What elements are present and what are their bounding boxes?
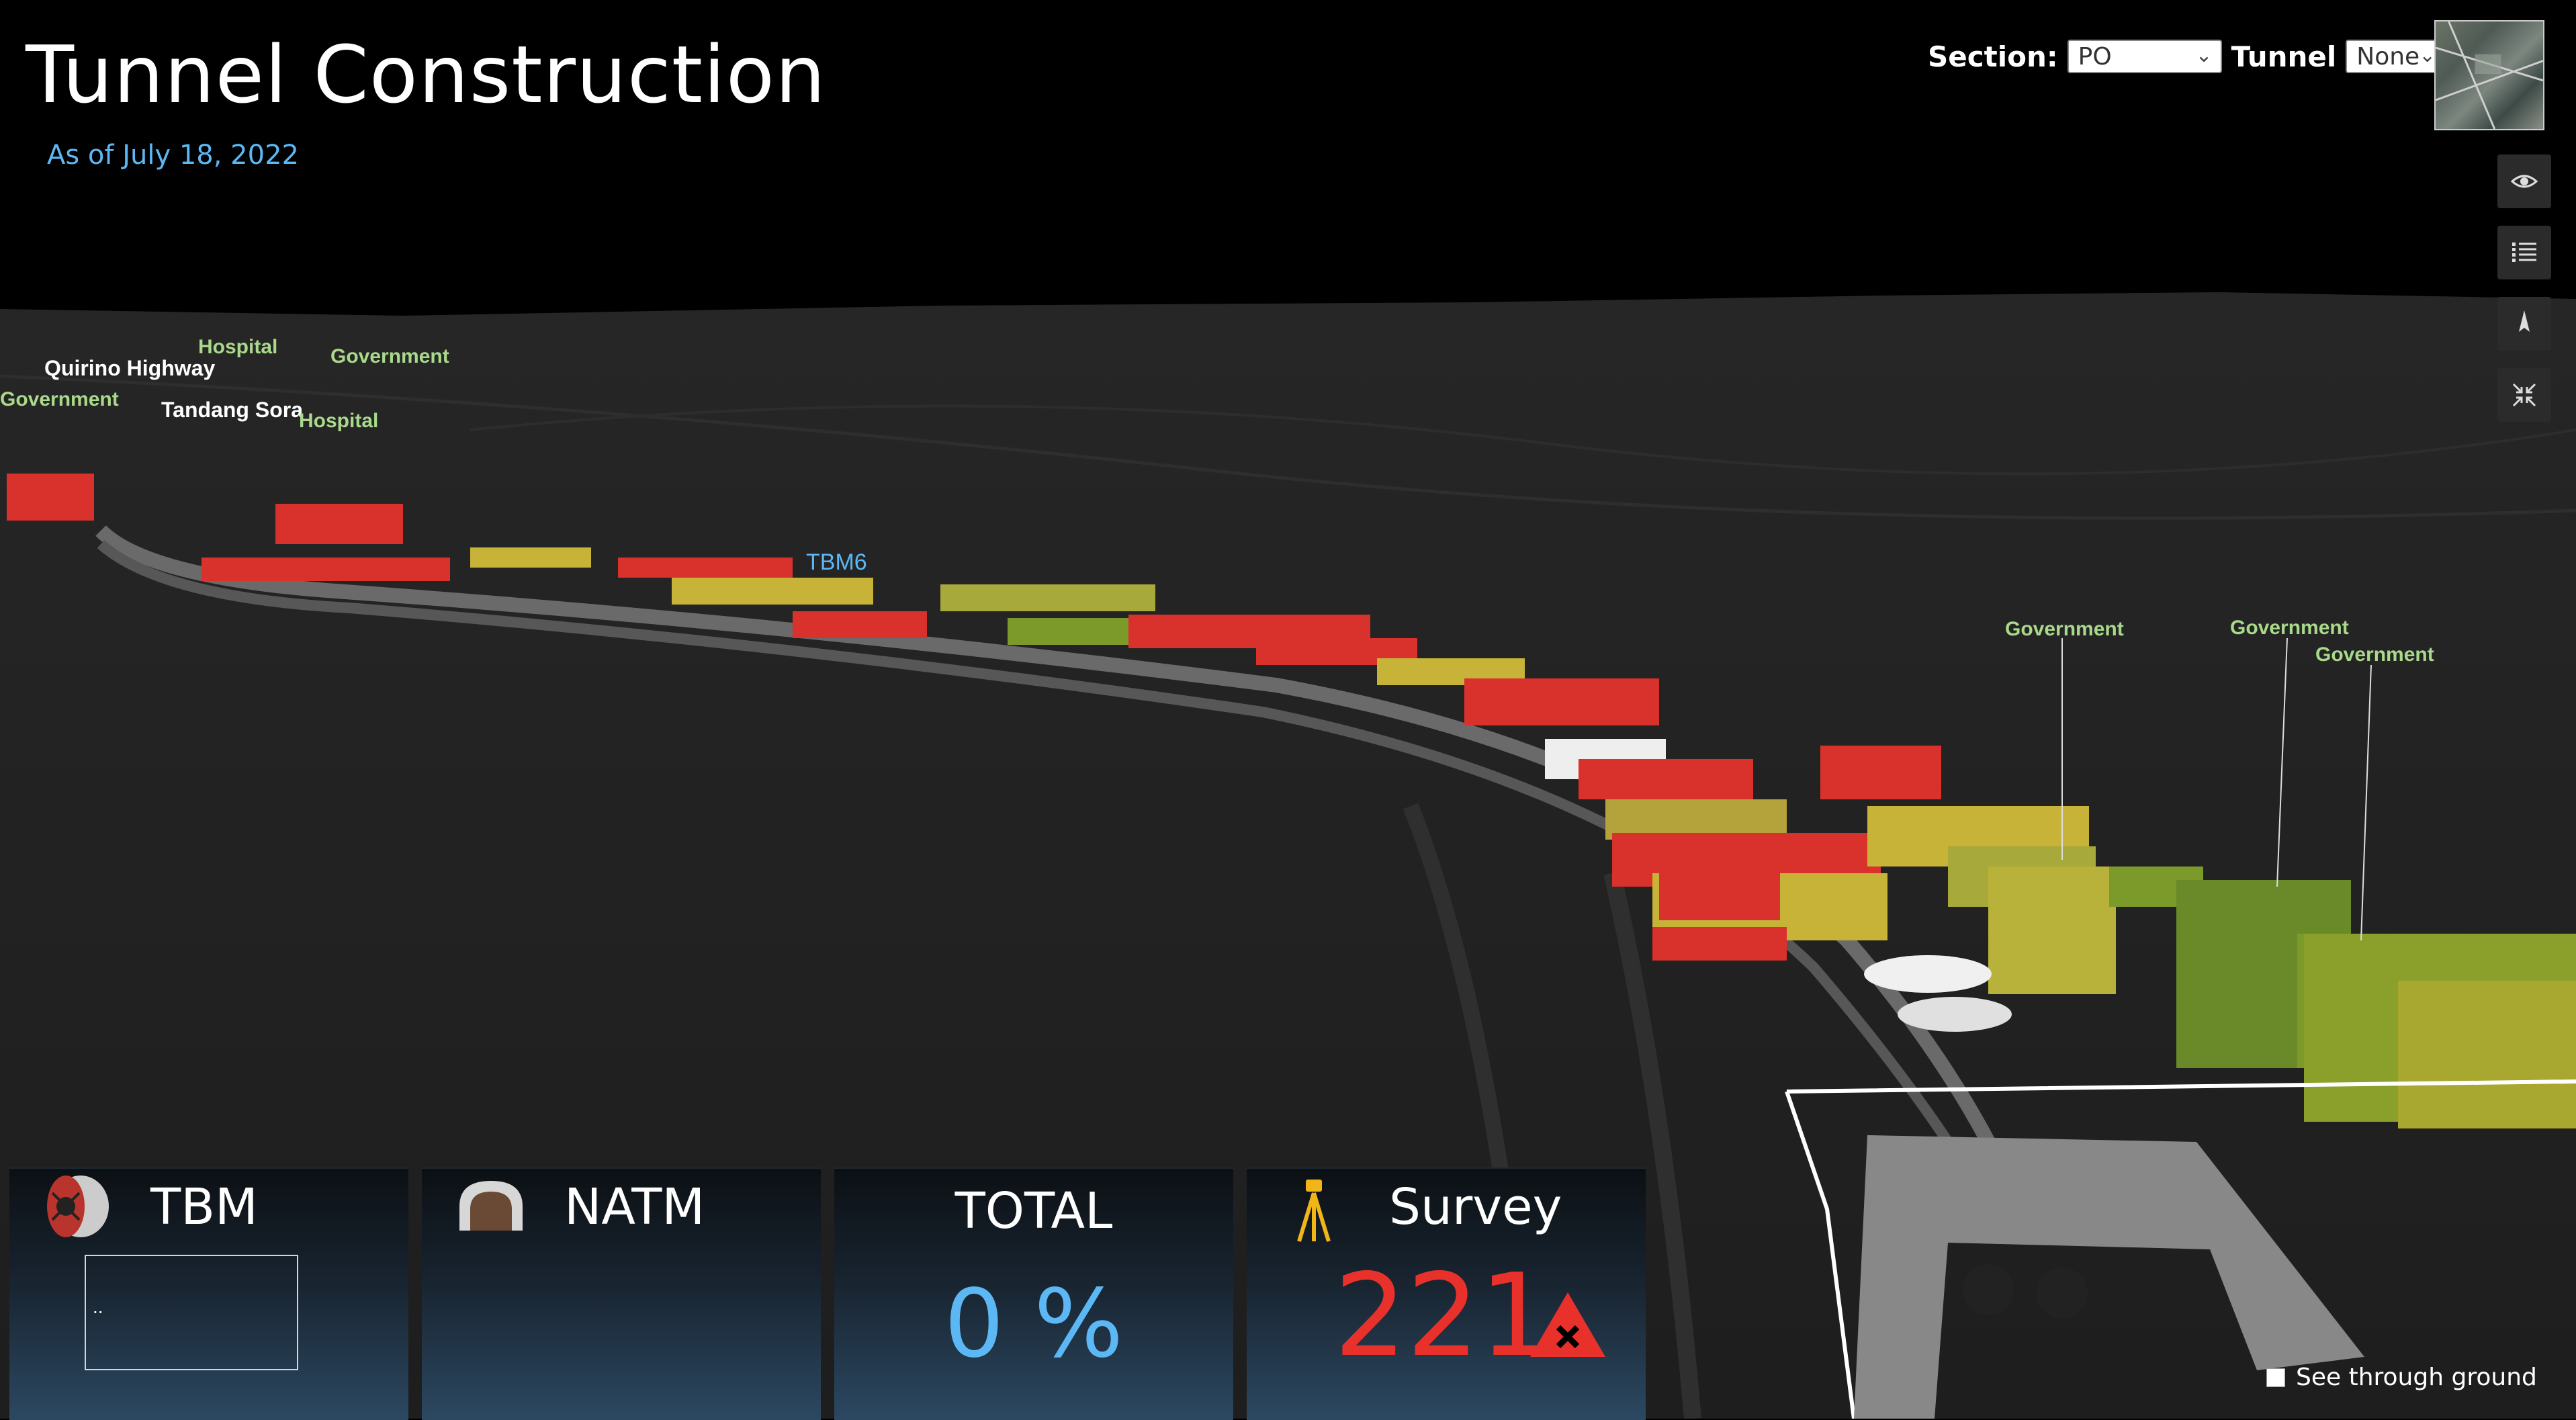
total-panel: TOTAL 0 % xyxy=(834,1167,1233,1420)
see-through-checkbox[interactable] xyxy=(2266,1368,2285,1387)
total-label: TOTAL xyxy=(954,1182,1113,1240)
chevron-down-icon: ⌄ xyxy=(2419,44,2436,67)
legend-button[interactable] xyxy=(2497,226,2551,279)
basemap-toggle[interactable] xyxy=(2434,20,2544,130)
tunnel-shell-icon xyxy=(459,1181,523,1231)
section-select-value: PO xyxy=(2078,42,2112,71)
tunnel-select-value: None xyxy=(2356,42,2420,71)
map-label-government: Government xyxy=(2005,618,2124,640)
tbm-panel: TBM .. xyxy=(9,1167,408,1420)
compass-button[interactable] xyxy=(2497,297,2551,351)
tunnel-select[interactable]: None ⌄ xyxy=(2346,40,2446,73)
eye-icon xyxy=(2510,175,2538,188)
as-of-date: As of July 18, 2022 xyxy=(47,140,299,171)
survey-tripod-icon xyxy=(1297,1180,1331,1242)
tunnel-label: Tunnel xyxy=(2231,40,2337,73)
total-percent: 0 % xyxy=(944,1270,1124,1379)
see-through-ground-toggle[interactable]: See through ground xyxy=(2266,1364,2537,1391)
map-label-government: Government xyxy=(2315,644,2434,666)
list-icon xyxy=(2512,242,2536,262)
visibility-button[interactable] xyxy=(2497,154,2551,208)
map-label-hospital: Hospital xyxy=(299,410,379,432)
survey-panel: Survey 221 xyxy=(1247,1167,1646,1420)
section-select[interactable]: PO ⌄ xyxy=(2067,40,2222,73)
warning-triangle-icon xyxy=(1530,1292,1605,1357)
tunnel-boring-machine-icon xyxy=(47,1175,109,1237)
map-label-tbm6: TBM6 xyxy=(806,549,867,575)
tbm-label: TBM xyxy=(150,1178,258,1236)
compass-icon xyxy=(2519,310,2530,332)
tbm-progress-box: .. xyxy=(85,1255,298,1370)
fullscreen-button[interactable] xyxy=(2497,368,2551,422)
filter-bar: Section: PO ⌄ Tunnel None ⌄ xyxy=(1928,38,2446,75)
chevron-down-icon: ⌄ xyxy=(2195,44,2213,67)
survey-count: 221 xyxy=(1334,1249,1552,1382)
section-label: Section: xyxy=(1928,40,2058,73)
map-label-tandang-sora: Tandang Sora xyxy=(161,398,303,422)
natm-label: NATM xyxy=(564,1178,705,1236)
basemap-thumbnail xyxy=(2436,21,2543,129)
map-label-government: Government xyxy=(0,388,119,410)
see-through-label: See through ground xyxy=(2296,1364,2537,1391)
survey-label: Survey xyxy=(1389,1178,1562,1236)
map-label-hospital: Hospital xyxy=(198,336,278,358)
map-label-government: Government xyxy=(2230,617,2349,639)
map-label-government: Government xyxy=(330,345,449,367)
map-label-quirino-highway: Quirino Highway xyxy=(44,356,216,380)
collapse-icon xyxy=(2512,383,2536,407)
page-title: Tunnel Construction xyxy=(26,28,826,121)
natm-panel: NATM xyxy=(422,1167,821,1420)
